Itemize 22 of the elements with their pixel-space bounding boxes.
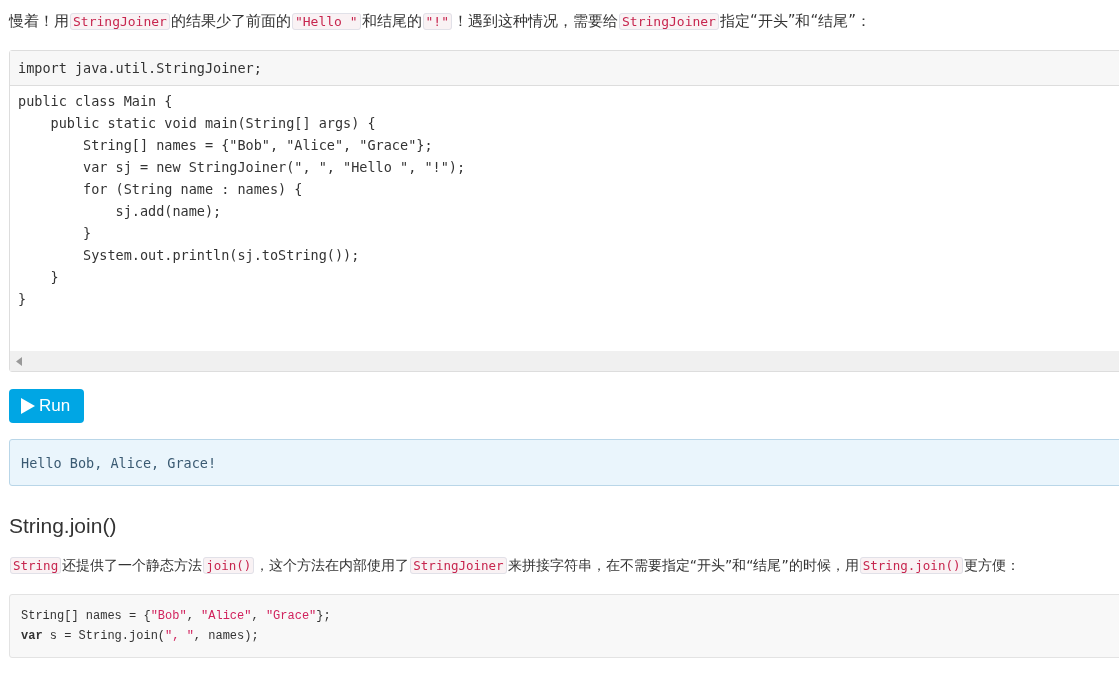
code-line: } xyxy=(82,224,93,243)
play-icon xyxy=(21,398,35,414)
description-paragraph: String 还提供了一个静态方法 join() ，这个方法在内部使用了 StringJoiner 来拼接字符串，在不需要指定“开头”和“结尾”的时候，用 String.join() 更方便： xyxy=(9,552,1119,579)
code-line: System.out.println(sj.toString()); xyxy=(82,246,361,265)
code-line: for (String name : names) { xyxy=(82,180,304,199)
code-line: } xyxy=(18,290,28,309)
code-line: var sj = new StringJoiner(", ", "Hello ", "!"); xyxy=(82,158,467,177)
code-line: sj.add(name); xyxy=(114,202,223,221)
code-line: public class Main { xyxy=(18,92,174,111)
intro-paragraph: 慢着！用 StringJoiner 的结果少了前面的 "Hello " 和结尾的 "!" ！遇到这种情况，需要给 StringJoiner 指定“开头”和“结尾”： xyxy=(9,11,873,32)
output-box: Hello Bob, Alice, Grace! xyxy=(9,439,1119,486)
horizontal-scrollbar[interactable] xyxy=(10,351,1119,371)
code-line: import java.util.StringJoiner; xyxy=(18,59,262,78)
code-line: } xyxy=(49,268,60,287)
scroll-left-icon[interactable] xyxy=(16,356,22,366)
code-editor[interactable] xyxy=(9,50,1119,372)
section-heading: String.join() xyxy=(9,514,117,538)
code-line: var s = String.join(", ", names); xyxy=(21,628,260,645)
run-button[interactable]: Run xyxy=(9,389,85,423)
code-line: String[] names = {"Bob", "Alice", "Grace"}; xyxy=(82,136,434,155)
code-line: String[] names = {"Bob", "Alice", "Grace"}; xyxy=(21,608,332,625)
code-line: public static void main(String[] args) { xyxy=(49,114,377,133)
